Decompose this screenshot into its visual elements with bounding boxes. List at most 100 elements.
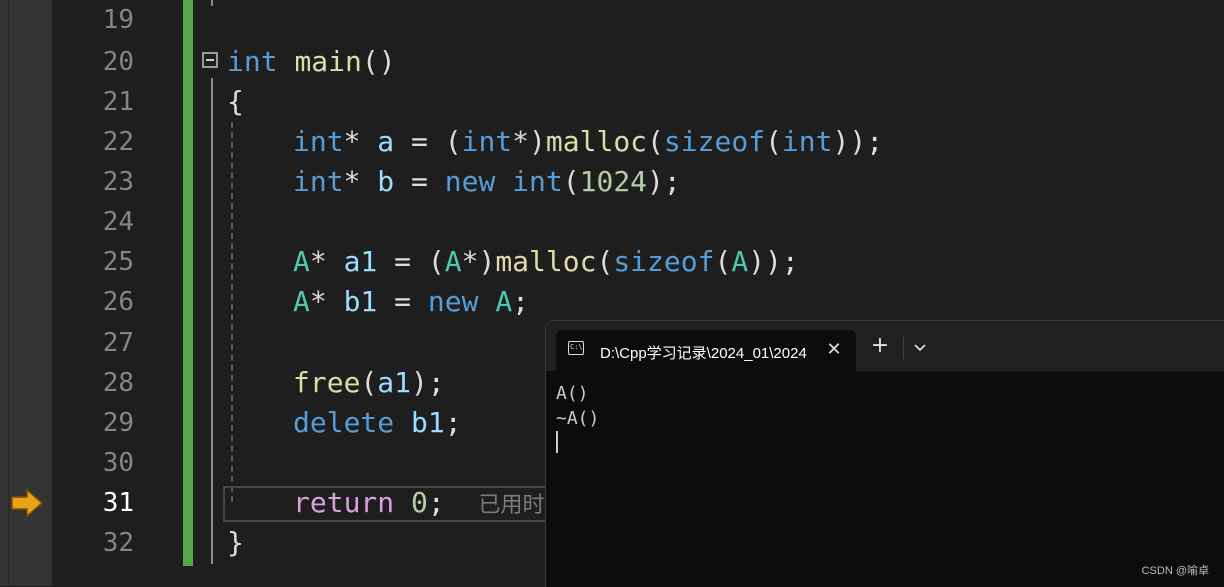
code-token: sizeof [663, 125, 766, 158]
code-token: main [294, 45, 362, 78]
code-line-32[interactable]: } [227, 523, 244, 563]
code-token: ( [714, 245, 732, 278]
code-token: a [377, 125, 395, 158]
terminal-titlebar[interactable]: C:\ D:\Cpp学习记录\2024_01\2024 ✕ + [546, 321, 1224, 371]
code-token: int [227, 45, 278, 78]
code-token: ( [647, 125, 664, 158]
code-line-20[interactable]: int main() [227, 42, 396, 82]
line-number: 29 [102, 408, 134, 438]
code-line-26[interactable]: A* b1 = new A; [293, 282, 529, 322]
code-token: { [227, 85, 244, 118]
code-token: ( [562, 165, 580, 198]
code-token: * [309, 285, 344, 318]
line-number-gutter: 19 20 21 22 23 24 25 26 27 28 29 30 31 3… [52, 0, 182, 586]
code-token: free [293, 366, 361, 399]
code-token: = [394, 165, 445, 198]
code-token: A [731, 245, 749, 278]
code-line-28[interactable]: free(a1); [293, 363, 445, 403]
collapse-toggle-icon[interactable] [202, 52, 218, 68]
code-line-22[interactable]: int* a = (int*)malloc(sizeof(int)); [293, 122, 883, 162]
code-token: * [309, 245, 344, 278]
code-token: = [377, 285, 428, 318]
code-token: )); [748, 245, 799, 278]
code-token: int [461, 125, 513, 158]
current-line-number: 31 [102, 488, 134, 518]
code-line-31[interactable]: return 0; 已用时间 [293, 483, 566, 526]
code-token: A [495, 285, 513, 318]
code-token: } [227, 526, 244, 559]
code-token: () [361, 45, 396, 78]
line-number: 26 [102, 287, 134, 317]
code-token: a1 [377, 366, 412, 399]
code-token: 0 [411, 486, 428, 519]
text-cursor [556, 431, 558, 453]
code-line-29[interactable]: delete b1; [293, 403, 462, 443]
code-token: = ( [394, 125, 462, 158]
code-token: ; [427, 486, 445, 519]
code-token: sizeof [613, 245, 715, 278]
code-token: int [781, 125, 833, 158]
terminal-tab[interactable]: C:\ D:\Cpp学习记录\2024_01\2024 ✕ [556, 330, 856, 371]
code-token: a1 [343, 245, 378, 278]
current-statement-arrow-icon [11, 488, 44, 518]
code-line-21[interactable]: { [227, 82, 244, 122]
titlebar-divider [903, 337, 904, 359]
console-icon: C:\ [568, 341, 584, 355]
code-token: malloc [495, 245, 597, 278]
code-token: A [293, 285, 310, 318]
block-guide [211, 0, 213, 6]
code-token: *) [461, 245, 496, 278]
output-line: ~A() [556, 408, 600, 429]
code-token: int [293, 125, 344, 158]
code-token: return [293, 486, 395, 519]
line-number: 20 [102, 47, 134, 77]
code-token: int [512, 165, 563, 198]
code-token: b1 [411, 406, 445, 439]
code-token: malloc [545, 125, 648, 158]
line-number: 24 [102, 207, 134, 237]
line-number: 22 [102, 127, 134, 157]
code-token: * [343, 165, 378, 198]
code-token: *) [512, 125, 546, 158]
code-token: ); [647, 165, 681, 198]
code-token: int [293, 165, 344, 198]
output-line: A() [556, 383, 589, 404]
code-token: )); [832, 125, 884, 158]
code-token: ; [512, 285, 530, 318]
close-tab-icon[interactable]: ✕ [822, 338, 846, 362]
code-token: new [427, 285, 479, 318]
code-token: 1024 [579, 165, 648, 198]
code-token: ); [411, 366, 445, 399]
line-number: 30 [102, 448, 134, 478]
code-token: * [343, 125, 378, 158]
indent-guide [231, 122, 233, 502]
code-line-25[interactable]: A* a1 = (A*)malloc(sizeof(A)); [293, 242, 799, 282]
code-token: new [444, 165, 496, 198]
line-number: 21 [102, 87, 134, 117]
line-number: 23 [102, 167, 134, 197]
terminal-window[interactable]: C:\ D:\Cpp学习记录\2024_01\2024 ✕ + A() ~A() … [545, 320, 1224, 587]
code-token: = ( [377, 245, 445, 278]
code-token: ; [444, 406, 462, 439]
line-number: 27 [102, 328, 134, 358]
block-guide [211, 78, 213, 564]
code-token: A [293, 245, 310, 278]
line-number: 28 [102, 368, 134, 398]
code-token: b1 [343, 285, 378, 318]
code-token: delete [293, 406, 395, 439]
code-token: A [444, 245, 462, 278]
chevron-down-icon[interactable] [910, 338, 930, 358]
line-number: 19 [102, 5, 134, 35]
terminal-output[interactable]: A() ~A() [556, 381, 599, 431]
line-number: 32 [102, 528, 134, 558]
code-line-23[interactable]: int* b = new int(1024); [293, 162, 681, 202]
code-token: ( [360, 366, 378, 399]
new-tab-icon[interactable]: + [868, 334, 892, 358]
code-token: ( [596, 245, 614, 278]
code-token: ( [765, 125, 782, 158]
change-tracking-bar [183, 0, 193, 566]
